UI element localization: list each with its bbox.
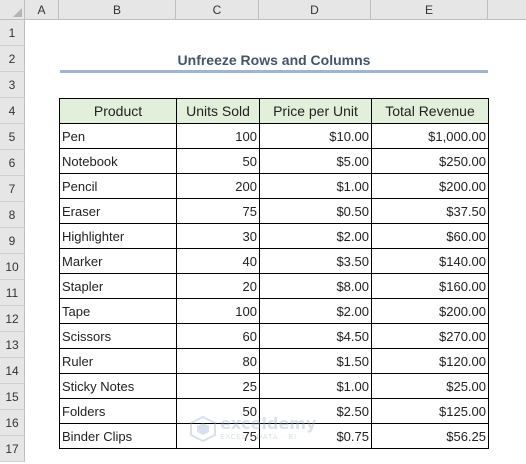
row-header[interactable]: 14 (0, 358, 25, 384)
cell-units[interactable]: 30 (176, 223, 260, 249)
cell-units[interactable]: 60 (176, 323, 260, 349)
row-header[interactable]: 1 (0, 20, 25, 46)
cell-price[interactable]: $5.00 (259, 148, 372, 174)
header-product[interactable]: Product (59, 98, 177, 124)
cell-product[interactable]: Sticky Notes (59, 373, 177, 399)
cell-units[interactable]: 50 (176, 148, 260, 174)
cell-units[interactable]: 80 (176, 348, 260, 374)
watermark: exceldemy EXCEL · DATA · BI (190, 414, 350, 444)
row-header[interactable]: 4 (0, 98, 25, 124)
exceldemy-logo-icon (190, 416, 216, 442)
cell-units[interactable]: 75 (176, 198, 260, 224)
row-header[interactable]: 7 (0, 176, 25, 202)
cell-price[interactable]: $8.00 (259, 273, 372, 299)
header-price-per-unit[interactable]: Price per Unit (259, 98, 372, 124)
cell-revenue[interactable]: $120.00 (371, 348, 489, 374)
column-headers: A B C D E (25, 0, 526, 20)
column-header-d[interactable]: D (259, 0, 371, 20)
column-header-e[interactable]: E (371, 0, 488, 20)
cell-units[interactable]: 40 (176, 248, 260, 274)
table-row: Marker 40 $3.50 $140.00 (59, 248, 489, 274)
cell-price[interactable]: $1.50 (259, 348, 372, 374)
table-row: Eraser 75 $0.50 $37.50 (59, 198, 489, 224)
column-header-a[interactable]: A (25, 0, 59, 20)
cell-product[interactable]: Marker (59, 248, 177, 274)
cell-price[interactable]: $0.50 (259, 198, 372, 224)
table-row: Stapler 20 $8.00 $160.00 (59, 273, 489, 299)
cell-product[interactable]: Binder Clips (59, 423, 177, 449)
row-headers: 1 2 3 4 5 6 7 8 9 10 11 12 13 14 15 16 1… (0, 20, 25, 464)
row-header[interactable]: 10 (0, 254, 25, 280)
cell-product[interactable]: Stapler (59, 273, 177, 299)
table-row: Tape 100 $2.00 $200.00 (59, 298, 489, 324)
table-row: Notebook 50 $5.00 $250.00 (59, 148, 489, 174)
cell-price[interactable]: $2.00 (259, 298, 372, 324)
cell-price[interactable]: $2.00 (259, 223, 372, 249)
row-header[interactable]: 16 (0, 410, 25, 436)
cell-revenue[interactable]: $160.00 (371, 273, 489, 299)
row-header[interactable]: 15 (0, 384, 25, 410)
row-header[interactable]: 8 (0, 202, 25, 228)
header-total-revenue[interactable]: Total Revenue (371, 98, 489, 124)
table-header-row: Product Units Sold Price per Unit Total … (59, 98, 489, 124)
cell-revenue[interactable]: $25.00 (371, 373, 489, 399)
cell-units[interactable]: 20 (176, 273, 260, 299)
cell-product[interactable]: Ruler (59, 348, 177, 374)
column-header-c[interactable]: C (176, 0, 259, 20)
watermark-name: exceldemy (220, 414, 317, 433)
cell-revenue[interactable]: $1,000.00 (371, 123, 489, 149)
cell-product[interactable]: Eraser (59, 198, 177, 224)
cell-revenue[interactable]: $200.00 (371, 173, 489, 199)
row-header[interactable]: 2 (0, 46, 25, 72)
cell-product[interactable]: Pen (59, 123, 177, 149)
header-units-sold[interactable]: Units Sold (176, 98, 260, 124)
row-header[interactable]: 12 (0, 306, 25, 332)
column-header-b[interactable]: B (59, 0, 176, 20)
cell-revenue[interactable]: $250.00 (371, 148, 489, 174)
cell-price[interactable]: $4.50 (259, 323, 372, 349)
row-header[interactable]: 11 (0, 280, 25, 306)
cell-price[interactable]: $1.00 (259, 173, 372, 199)
sheet-title[interactable]: Unfreeze Rows and Columns (60, 48, 488, 72)
table-row: Ruler 80 $1.50 $120.00 (59, 348, 489, 374)
select-all-triangle-icon (13, 8, 22, 17)
select-all-button[interactable] (0, 0, 25, 20)
cell-price[interactable]: $3.50 (259, 248, 372, 274)
cell-product[interactable]: Scissors (59, 323, 177, 349)
row-header[interactable]: 17 (0, 436, 25, 462)
watermark-tagline: EXCEL · DATA · BI (220, 433, 298, 441)
cell-units[interactable]: 100 (176, 123, 260, 149)
row-header[interactable]: 3 (0, 72, 25, 98)
table-row: Pen 100 $10.00 $1,000.00 (59, 123, 489, 149)
cell-units[interactable]: 25 (176, 373, 260, 399)
cell-revenue[interactable]: $140.00 (371, 248, 489, 274)
cell-product[interactable]: Highlighter (59, 223, 177, 249)
table-row: Pencil 200 $1.00 $200.00 (59, 173, 489, 199)
table-row: Highlighter 30 $2.00 $60.00 (59, 223, 489, 249)
spreadsheet: A B C D E 1 2 3 4 5 6 7 8 9 10 11 12 13 … (0, 0, 526, 464)
cell-product[interactable]: Pencil (59, 173, 177, 199)
data-table: Product Units Sold Price per Unit Total … (59, 98, 489, 449)
title-underline (60, 70, 488, 73)
table-row: Sticky Notes 25 $1.00 $25.00 (59, 373, 489, 399)
cell-price[interactable]: $10.00 (259, 123, 372, 149)
row-header[interactable]: 9 (0, 228, 25, 254)
cell-product[interactable]: Notebook (59, 148, 177, 174)
column-header-f[interactable] (488, 0, 526, 20)
cell-price[interactable]: $1.00 (259, 373, 372, 399)
cell-revenue[interactable]: $200.00 (371, 298, 489, 324)
cell-revenue[interactable]: $56.25 (371, 423, 489, 449)
table-row: Scissors 60 $4.50 $270.00 (59, 323, 489, 349)
cell-revenue[interactable]: $125.00 (371, 398, 489, 424)
cell-units[interactable]: 200 (176, 173, 260, 199)
row-header[interactable]: 6 (0, 150, 25, 176)
row-header[interactable]: 5 (0, 124, 25, 150)
cell-product[interactable]: Folders (59, 398, 177, 424)
cell-revenue[interactable]: $270.00 (371, 323, 489, 349)
row-header[interactable]: 13 (0, 332, 25, 358)
cell-revenue[interactable]: $60.00 (371, 223, 489, 249)
cell-units[interactable]: 100 (176, 298, 260, 324)
cell-product[interactable]: Tape (59, 298, 177, 324)
cell-revenue[interactable]: $37.50 (371, 198, 489, 224)
